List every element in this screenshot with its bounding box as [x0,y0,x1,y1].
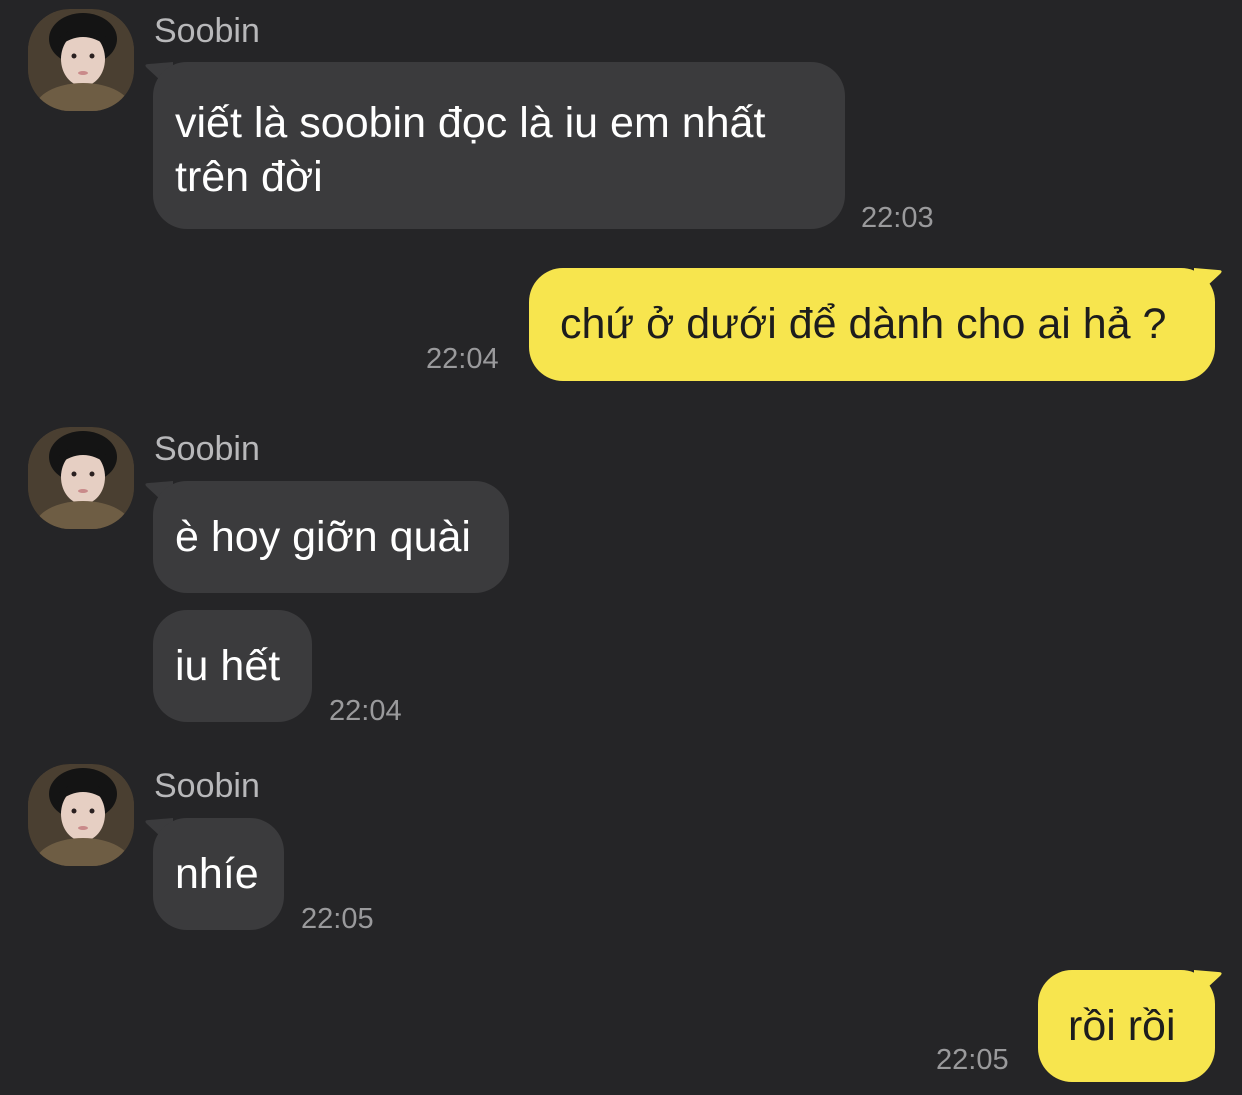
message-text-line: trên đời [175,153,323,201]
message-text: iu hết [175,642,281,690]
bubble-tail [1194,268,1222,298]
user-avatar-icon [28,427,134,529]
message-bubble[interactable]: iu hết [153,610,312,722]
sender-avatar[interactable] [28,9,134,111]
message-bubble[interactable]: è hoy giỡn quài [153,481,509,593]
user-avatar-icon [28,9,134,111]
message-timestamp: 22:05 [301,903,374,935]
user-avatar-icon [28,764,134,866]
message-timestamp: 22:04 [329,695,402,727]
bubble-tail [1194,970,1222,1000]
sender-avatar[interactable] [28,764,134,866]
sender-name: Soobin [154,767,260,805]
message-text: rồi rồi [1068,1002,1176,1050]
message-bubble[interactable]: rồi rồi [1038,970,1215,1082]
message-bubble[interactable]: viết là soobin đọc là iu em nhất trên đờ… [153,62,845,229]
message-text: nhíe [175,850,259,898]
message-text: chứ ở dưới để dành cho ai hả ? [560,300,1167,348]
sender-avatar[interactable] [28,427,134,529]
message-timestamp: 22:05 [936,1044,1009,1076]
sender-name: Soobin [154,12,260,50]
message-timestamp: 22:03 [861,202,934,234]
message-bubble[interactable]: chứ ở dưới để dành cho ai hả ? [529,268,1215,381]
message-text: è hoy giỡn quài [175,513,471,561]
message-text-line: viết là soobin đọc là iu em nhất [175,99,766,147]
message-timestamp: 22:04 [426,343,499,375]
sender-name: Soobin [154,430,260,468]
message-bubble[interactable]: nhíe [153,818,284,930]
